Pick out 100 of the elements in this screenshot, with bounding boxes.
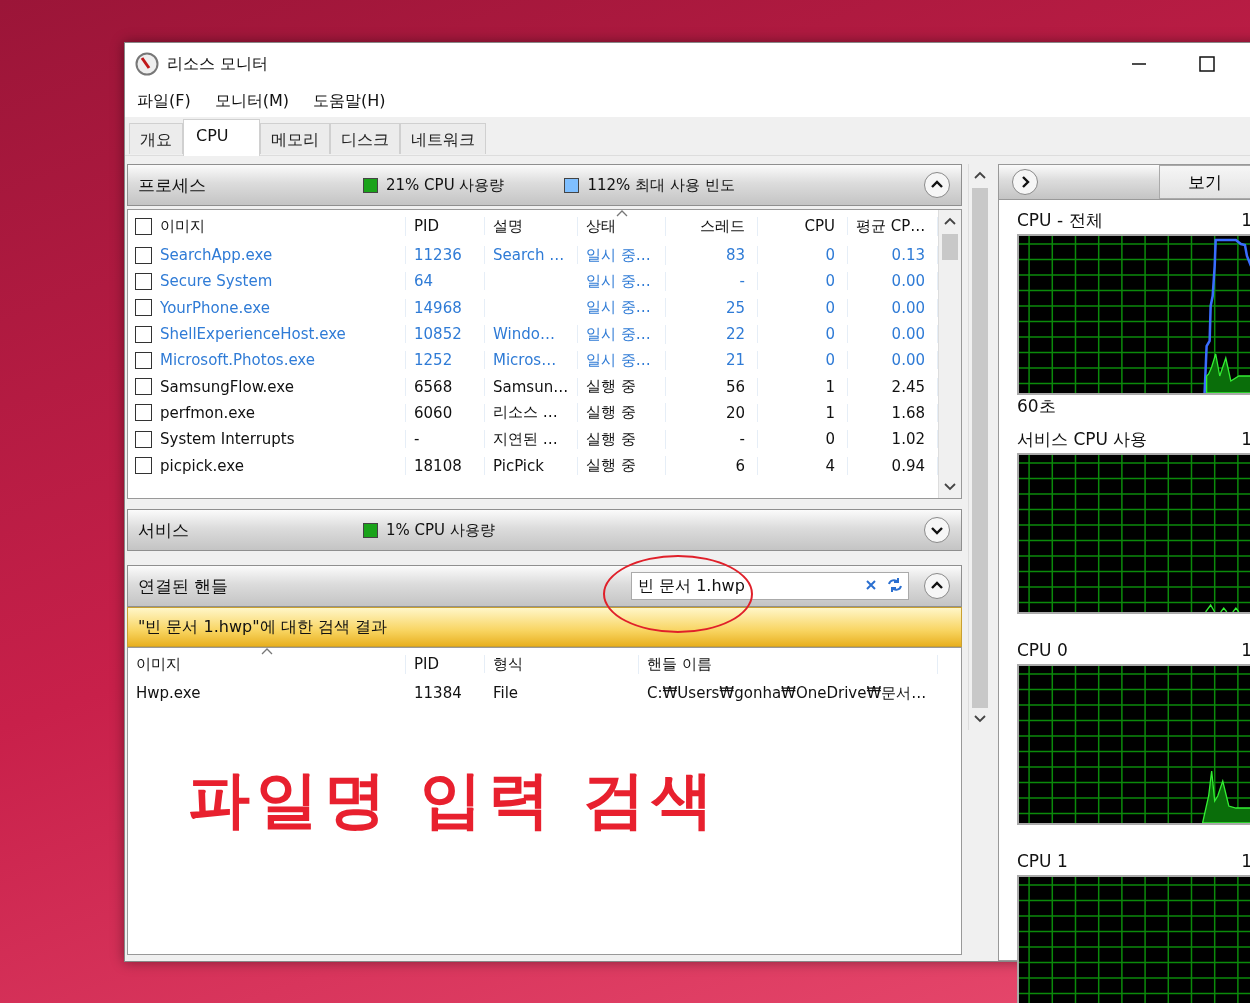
table-cell: 1.02 bbox=[891, 430, 925, 449]
table-cell: 0.00 bbox=[891, 351, 925, 370]
view-button[interactable]: 보기 bbox=[1159, 165, 1250, 199]
column-header[interactable]: 상태 bbox=[578, 216, 666, 236]
table-cell: 0.00 bbox=[891, 272, 925, 291]
table-cell: 실행 중 bbox=[586, 403, 636, 422]
table-cell: 21 bbox=[725, 351, 745, 370]
column-header[interactable]: 설명 bbox=[485, 216, 578, 236]
annotation-text: 파일명 입력 검색 bbox=[188, 762, 720, 838]
checkbox[interactable] bbox=[135, 351, 152, 369]
refresh-icon[interactable] bbox=[887, 577, 903, 593]
section-header[interactable]: 프로세스 21% CPU 사용량 112% 최대 사용 빈도 bbox=[127, 164, 962, 206]
section-title: 서비스 bbox=[138, 518, 190, 542]
checkbox[interactable] bbox=[135, 457, 152, 474]
table-cell: 0 bbox=[825, 430, 835, 449]
tab[interactable]: CPU bbox=[183, 119, 260, 156]
column-header[interactable]: CPU bbox=[758, 217, 848, 235]
table-cell: - bbox=[739, 272, 745, 291]
table-cell: 22 bbox=[725, 325, 745, 344]
table-cell: 56 bbox=[725, 377, 745, 396]
table-cell: 0 bbox=[825, 272, 835, 291]
menu-item[interactable]: 도움말(H) bbox=[313, 90, 386, 112]
sort-icon bbox=[261, 647, 273, 655]
tab[interactable]: 디스크 bbox=[329, 123, 400, 154]
scroll-down-icon[interactable] bbox=[943, 482, 957, 492]
table-cell: Micros… bbox=[493, 351, 557, 370]
column-header[interactable]: 이미지 bbox=[128, 654, 406, 674]
tab[interactable]: 개요 bbox=[129, 123, 183, 154]
table-cell: 실행 중 bbox=[586, 377, 636, 396]
collapse-button[interactable] bbox=[923, 572, 951, 600]
column-header[interactable]: PID bbox=[406, 217, 485, 235]
menu-item[interactable]: 파일(F) bbox=[137, 90, 191, 112]
maximize-icon[interactable] bbox=[1197, 54, 1217, 74]
table-cell: 일시 중… bbox=[586, 245, 651, 264]
table-cell: 실행 중 bbox=[586, 429, 636, 448]
table-cell: 6 bbox=[735, 456, 745, 475]
scroll-up-icon[interactable] bbox=[943, 216, 957, 226]
table-cell: 4 bbox=[825, 456, 835, 475]
checkbox[interactable] bbox=[135, 299, 152, 317]
table-cell: 0.00 bbox=[891, 325, 925, 344]
column-header[interactable]: PID bbox=[406, 655, 485, 673]
table-cell: 25 bbox=[725, 298, 745, 317]
graph-title: CPU 0 bbox=[1017, 640, 1068, 660]
checkbox[interactable] bbox=[135, 217, 152, 235]
column-header[interactable]: 스레드 bbox=[666, 216, 758, 236]
table-cell: 1252 bbox=[414, 351, 453, 370]
graph-max-label: 1 bbox=[1241, 851, 1250, 871]
table-cell: 일시 중… bbox=[586, 271, 651, 290]
checkbox[interactable] bbox=[135, 325, 152, 343]
checkbox[interactable] bbox=[135, 404, 152, 422]
table-cell: 지연된 … bbox=[493, 429, 558, 448]
scroll-up-icon[interactable] bbox=[972, 170, 987, 180]
graph-title: CPU - 전체 bbox=[1017, 208, 1103, 232]
checkbox[interactable] bbox=[135, 430, 152, 448]
table-cell: 0.94 bbox=[891, 456, 925, 475]
table-cell: 18108 bbox=[414, 456, 462, 475]
section-title: 연결된 핸들 bbox=[138, 574, 230, 598]
section-header[interactable]: 서비스 1% CPU 사용량 bbox=[127, 509, 962, 551]
collapse-button[interactable] bbox=[923, 171, 951, 199]
column-header[interactable]: 형식 bbox=[485, 654, 639, 674]
search-field[interactable]: 빈 문서 1.hwp bbox=[631, 572, 909, 600]
scrollbar-thumb[interactable] bbox=[942, 234, 958, 260]
table-cell: 6568 bbox=[414, 377, 453, 396]
sort-icon bbox=[616, 210, 628, 217]
graph-max-label: 1 bbox=[1241, 429, 1250, 449]
table-cell: File bbox=[493, 684, 519, 703]
menu-item[interactable]: 모니터(M) bbox=[214, 90, 289, 112]
table-cell: Hwp.exe bbox=[136, 684, 201, 703]
table-cell: C:₩Users₩gonha₩OneDrive₩문서… bbox=[647, 683, 927, 702]
scrollbar-thumb[interactable] bbox=[971, 188, 988, 708]
table-cell: SearchApp.exe bbox=[160, 246, 273, 265]
column-header[interactable]: 핸들 이름 bbox=[639, 654, 938, 674]
section-header[interactable]: 연결된 핸들 빈 문서 1.hwp bbox=[127, 565, 962, 607]
legend-label: 1% CPU 사용량 bbox=[386, 520, 495, 540]
table-cell: 11384 bbox=[414, 684, 462, 703]
table-cell: 11236 bbox=[414, 246, 462, 265]
table-cell: Samsun… bbox=[493, 377, 569, 396]
table-cell: Secure System bbox=[160, 272, 273, 291]
tab[interactable]: 메모리 bbox=[259, 123, 330, 154]
column-header[interactable]: 이미지 bbox=[160, 216, 205, 236]
checkbox[interactable] bbox=[135, 272, 152, 290]
table-cell: 64 bbox=[414, 272, 434, 291]
section-title: 프로세스 bbox=[138, 173, 207, 197]
checkbox[interactable] bbox=[135, 246, 152, 264]
graph-max-label: 1 bbox=[1241, 210, 1250, 230]
table-cell: YourPhone.exe bbox=[160, 298, 270, 317]
search-results-banner: "빈 문서 1.hwp"에 대한 검색 결과 bbox=[127, 607, 962, 647]
time-span-label: 60초 bbox=[1017, 396, 1056, 416]
table-cell: System Interrupts bbox=[160, 430, 295, 449]
table-cell: 일시 중… bbox=[586, 298, 651, 317]
checkbox[interactable] bbox=[135, 378, 152, 396]
table-cell: 0 bbox=[825, 246, 835, 265]
table-cell: perfmon.exe bbox=[160, 403, 255, 422]
scroll-down-icon[interactable] bbox=[972, 714, 987, 724]
expand-right-button[interactable] bbox=[1011, 168, 1039, 196]
graph-title: 서비스 CPU 사용 bbox=[1017, 427, 1148, 451]
table-cell: 83 bbox=[725, 246, 745, 265]
tab[interactable]: 네트워크 bbox=[399, 123, 486, 154]
table-cell: 1 bbox=[825, 377, 835, 396]
expand-button[interactable] bbox=[923, 516, 951, 544]
